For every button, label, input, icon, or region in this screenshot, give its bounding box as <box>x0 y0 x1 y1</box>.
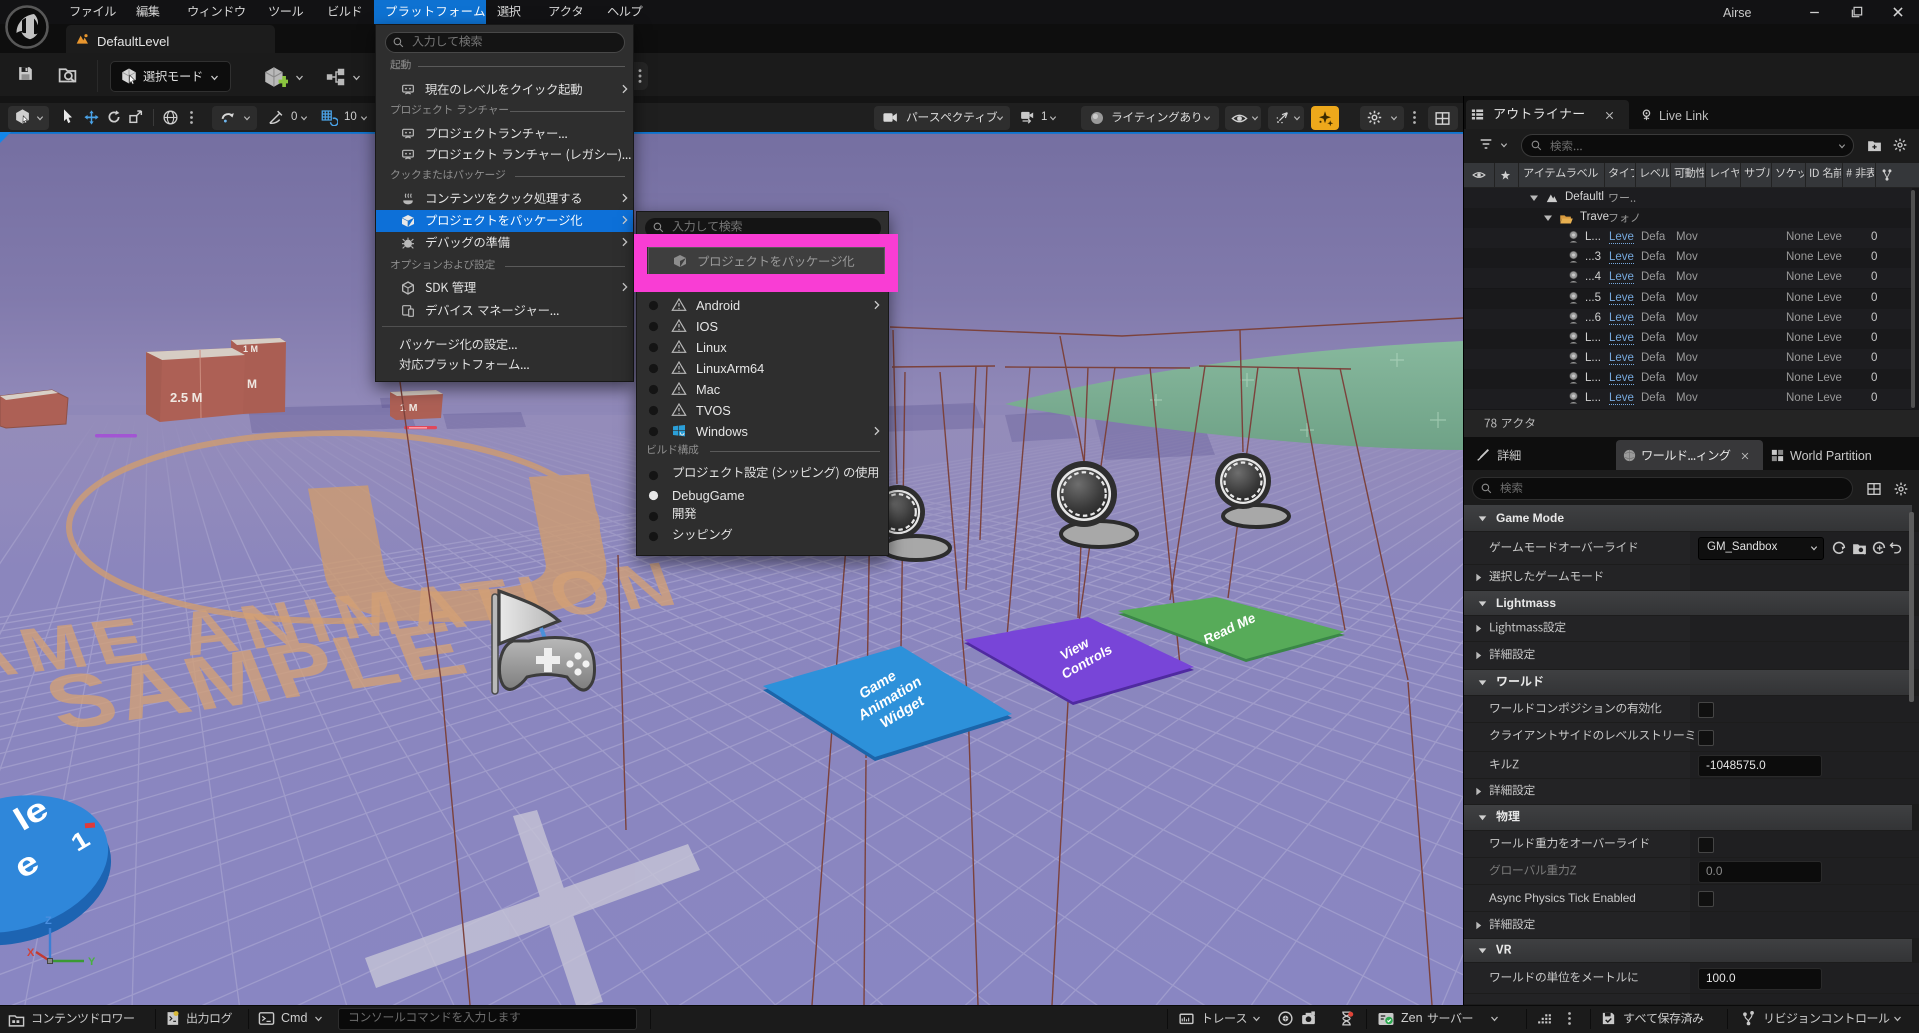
svg-text:M: M <box>247 377 257 391</box>
svg-text:2.5 M: 2.5 M <box>170 390 203 405</box>
svg-text:X: X <box>27 947 35 959</box>
svg-text:Z: Z <box>45 915 52 927</box>
svg-text:Y: Y <box>88 956 96 968</box>
svg-text:1 M: 1 M <box>243 344 258 354</box>
